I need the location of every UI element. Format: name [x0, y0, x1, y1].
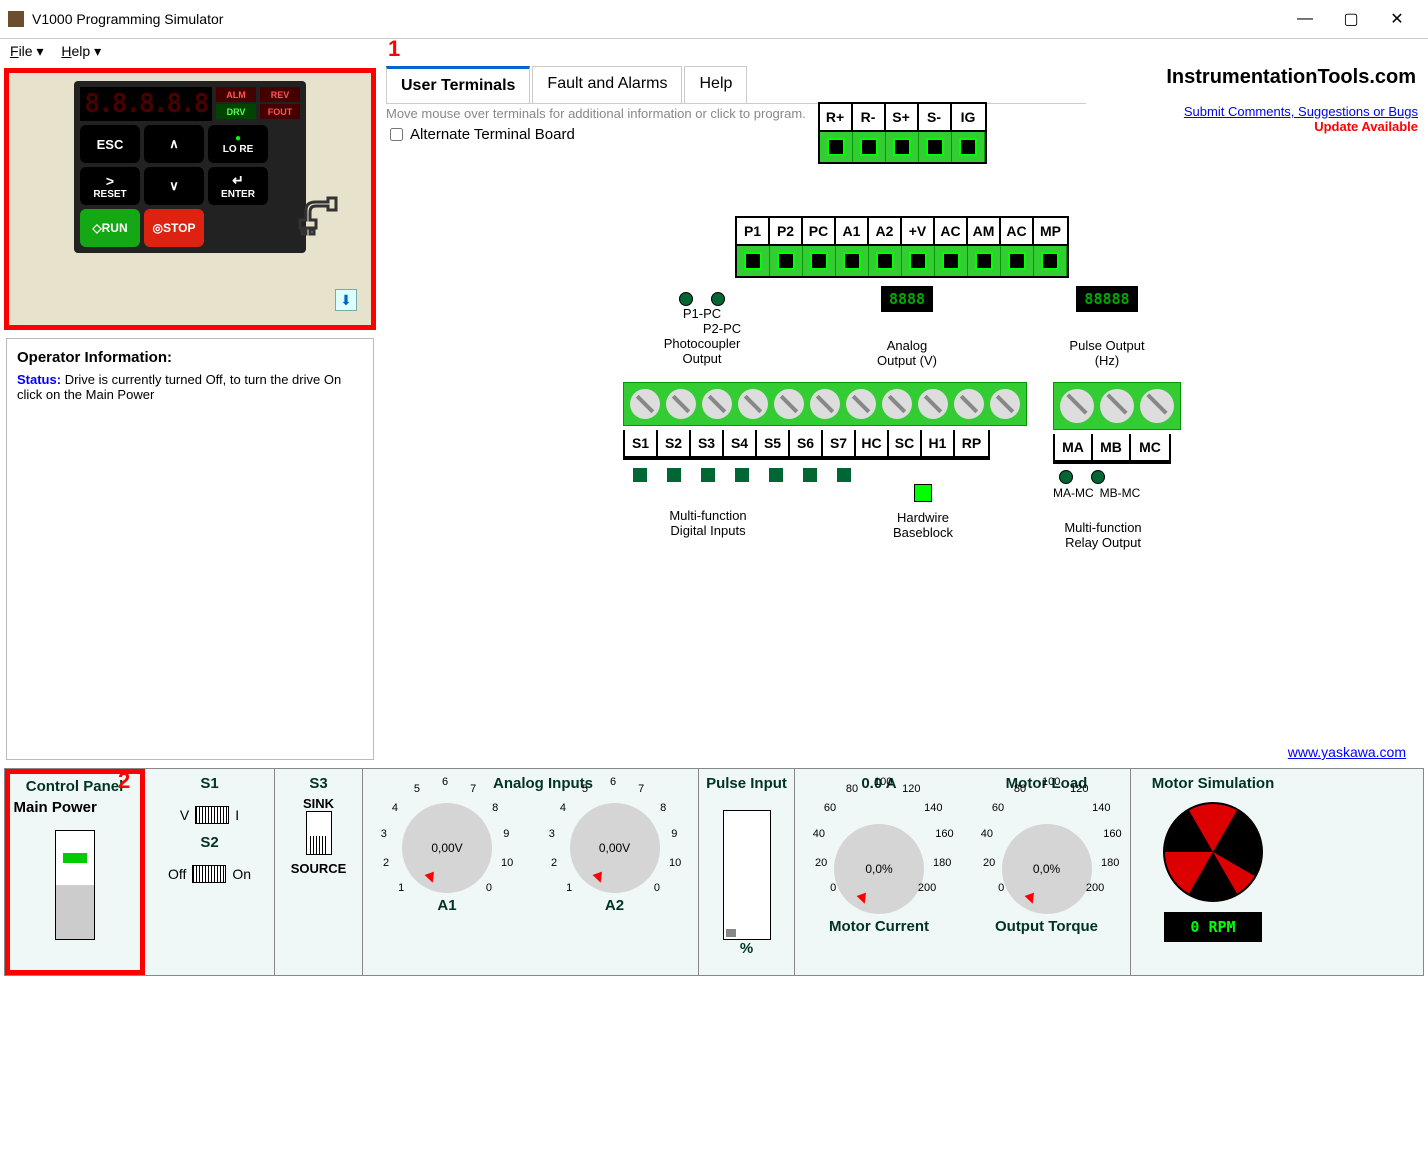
tab-fault-alarms[interactable]: Fault and Alarms — [532, 66, 682, 103]
label-relay-output: Multi-function Relay Output — [1053, 520, 1153, 550]
motor-wheel-icon — [1163, 802, 1263, 902]
pulse-output-display: 88888 — [1076, 286, 1137, 312]
s3-label: S3 — [309, 775, 327, 792]
update-available-label: Update Available — [1314, 119, 1418, 134]
yaskawa-link[interactable]: www.yaskawa.com — [1288, 744, 1406, 760]
led-mb — [1091, 470, 1105, 484]
label-pulse-output: Pulse Output (Hz) — [1067, 338, 1147, 368]
relay-output-labels[interactable]: MAMBMC — [1053, 434, 1171, 464]
operator-keypad-panel: 8.8.8.8.8 ALM DRV REV FOUT ESC ∧ ●LO RE … — [4, 68, 376, 330]
status-label: Status: — [17, 372, 61, 387]
label-photocoupler: Photocoupler Output — [657, 336, 747, 366]
relay-output-screws[interactable] — [1053, 382, 1181, 430]
label-analog-output: Analog Output (V) — [867, 338, 947, 368]
indicator-alm: ALM — [216, 87, 256, 102]
label-mamc: MA-MC — [1053, 486, 1094, 500]
down-button[interactable]: ∨ — [144, 167, 204, 205]
reset-button[interactable]: >RESET — [80, 167, 140, 205]
brand-label: InstrumentationTools.com — [1166, 66, 1416, 89]
baseblock-led — [914, 484, 932, 502]
esc-button[interactable]: ESC — [80, 125, 140, 163]
s3-switch[interactable] — [306, 811, 332, 855]
label-multi-di: Multi-function Digital Inputs — [653, 508, 763, 540]
source-label: SOURCE — [291, 861, 347, 876]
indicator-fout: FOUT — [260, 104, 300, 119]
operator-info-heading: Operator Information: — [17, 349, 363, 366]
label-p1pc: P1-PC — [683, 306, 721, 321]
stop-button[interactable]: ◎ STOP — [144, 209, 204, 247]
s2-switch[interactable]: OffOn — [168, 865, 251, 883]
tab-user-terminals[interactable]: User Terminals — [386, 66, 530, 103]
io-terminal-block[interactable]: P1P2PCA1A2+VACAMACMP — [735, 216, 1069, 278]
annotation-2: 2 — [118, 768, 130, 794]
output-torque-label: Output Torque — [995, 918, 1098, 935]
run-button[interactable]: ◇ RUN — [80, 209, 140, 247]
maximize-button[interactable]: ▢ — [1328, 4, 1374, 34]
a2-knob[interactable]: 0,00V — [570, 803, 660, 893]
main-power-label: Main Power — [14, 799, 136, 816]
hint-text: Move mouse over terminals for additional… — [386, 106, 806, 121]
analog-output-display: 8888 — [881, 286, 933, 312]
operator-info-box: Operator Information: Status: Drive is c… — [6, 338, 374, 760]
submit-comments-link[interactable]: Submit Comments, Suggestions or Bugs — [1184, 104, 1418, 119]
sink-label: SINK — [303, 796, 334, 811]
motor-current-label: Motor Current — [829, 918, 929, 935]
lo-re-button[interactable]: ●LO RE — [208, 125, 268, 163]
tab-help[interactable]: Help — [684, 66, 747, 103]
menu-help[interactable]: Help ▾ — [61, 43, 101, 59]
usb-port-icon — [287, 183, 347, 243]
up-button[interactable]: ∧ — [144, 125, 204, 163]
s2-label: S2 — [200, 834, 218, 851]
indicator-rev: REV — [260, 87, 300, 102]
pct-label: % — [740, 940, 753, 957]
digital-input-screws[interactable] — [623, 382, 1027, 426]
s1-switch[interactable]: VI — [180, 806, 239, 824]
digital-input-labels[interactable]: S1S2S3S4S5S6S7HCSCH1RP — [623, 430, 990, 460]
menu-file[interactable]: File ▾ — [10, 43, 44, 59]
close-button[interactable]: ✕ — [1374, 4, 1420, 34]
lcd-display: 8.8.8.8.8 — [80, 87, 212, 121]
pulse-input-heading: Pulse Input — [706, 775, 787, 792]
minimize-button[interactable]: — — [1282, 4, 1328, 34]
control-panel: Control Panel Main Power S1 VI S2 OffOn … — [4, 768, 1424, 976]
label-p2pc: P2-PC — [703, 321, 741, 336]
s1-label: S1 — [200, 775, 218, 792]
rpm-display: 0 RPM — [1164, 912, 1261, 942]
window-title: V1000 Programming Simulator — [32, 11, 1282, 27]
led-p2 — [711, 292, 725, 306]
indicator-drv: DRV — [216, 104, 256, 119]
a1-knob[interactable]: 0,00V — [402, 803, 492, 893]
output-torque-knob[interactable]: 0,0% — [1002, 824, 1092, 914]
comm-terminal-block[interactable]: R+R-S+S-IG — [818, 102, 987, 164]
label-mbmc: MB-MC — [1100, 486, 1141, 500]
pulse-input-slider[interactable] — [723, 810, 771, 940]
motor-current-knob[interactable]: 0,0% — [834, 824, 924, 914]
enter-button[interactable]: ↵ENTER — [208, 167, 268, 205]
led-p1 — [679, 292, 693, 306]
led-ma — [1059, 470, 1073, 484]
a1-label: A1 — [437, 897, 456, 914]
alternate-board-checkbox[interactable]: Alternate Terminal Board — [386, 125, 806, 144]
status-text: Drive is currently turned Off, to turn t… — [17, 372, 341, 402]
label-baseblock: Hardwire Baseblock — [883, 508, 963, 540]
motor-sim-heading: Motor Simulation — [1152, 775, 1275, 792]
annotation-1: 1 — [388, 36, 400, 62]
app-icon — [8, 11, 24, 27]
expand-down-button[interactable]: ⬇ — [335, 289, 357, 311]
main-power-switch[interactable] — [55, 830, 95, 940]
a2-label: A2 — [605, 897, 624, 914]
